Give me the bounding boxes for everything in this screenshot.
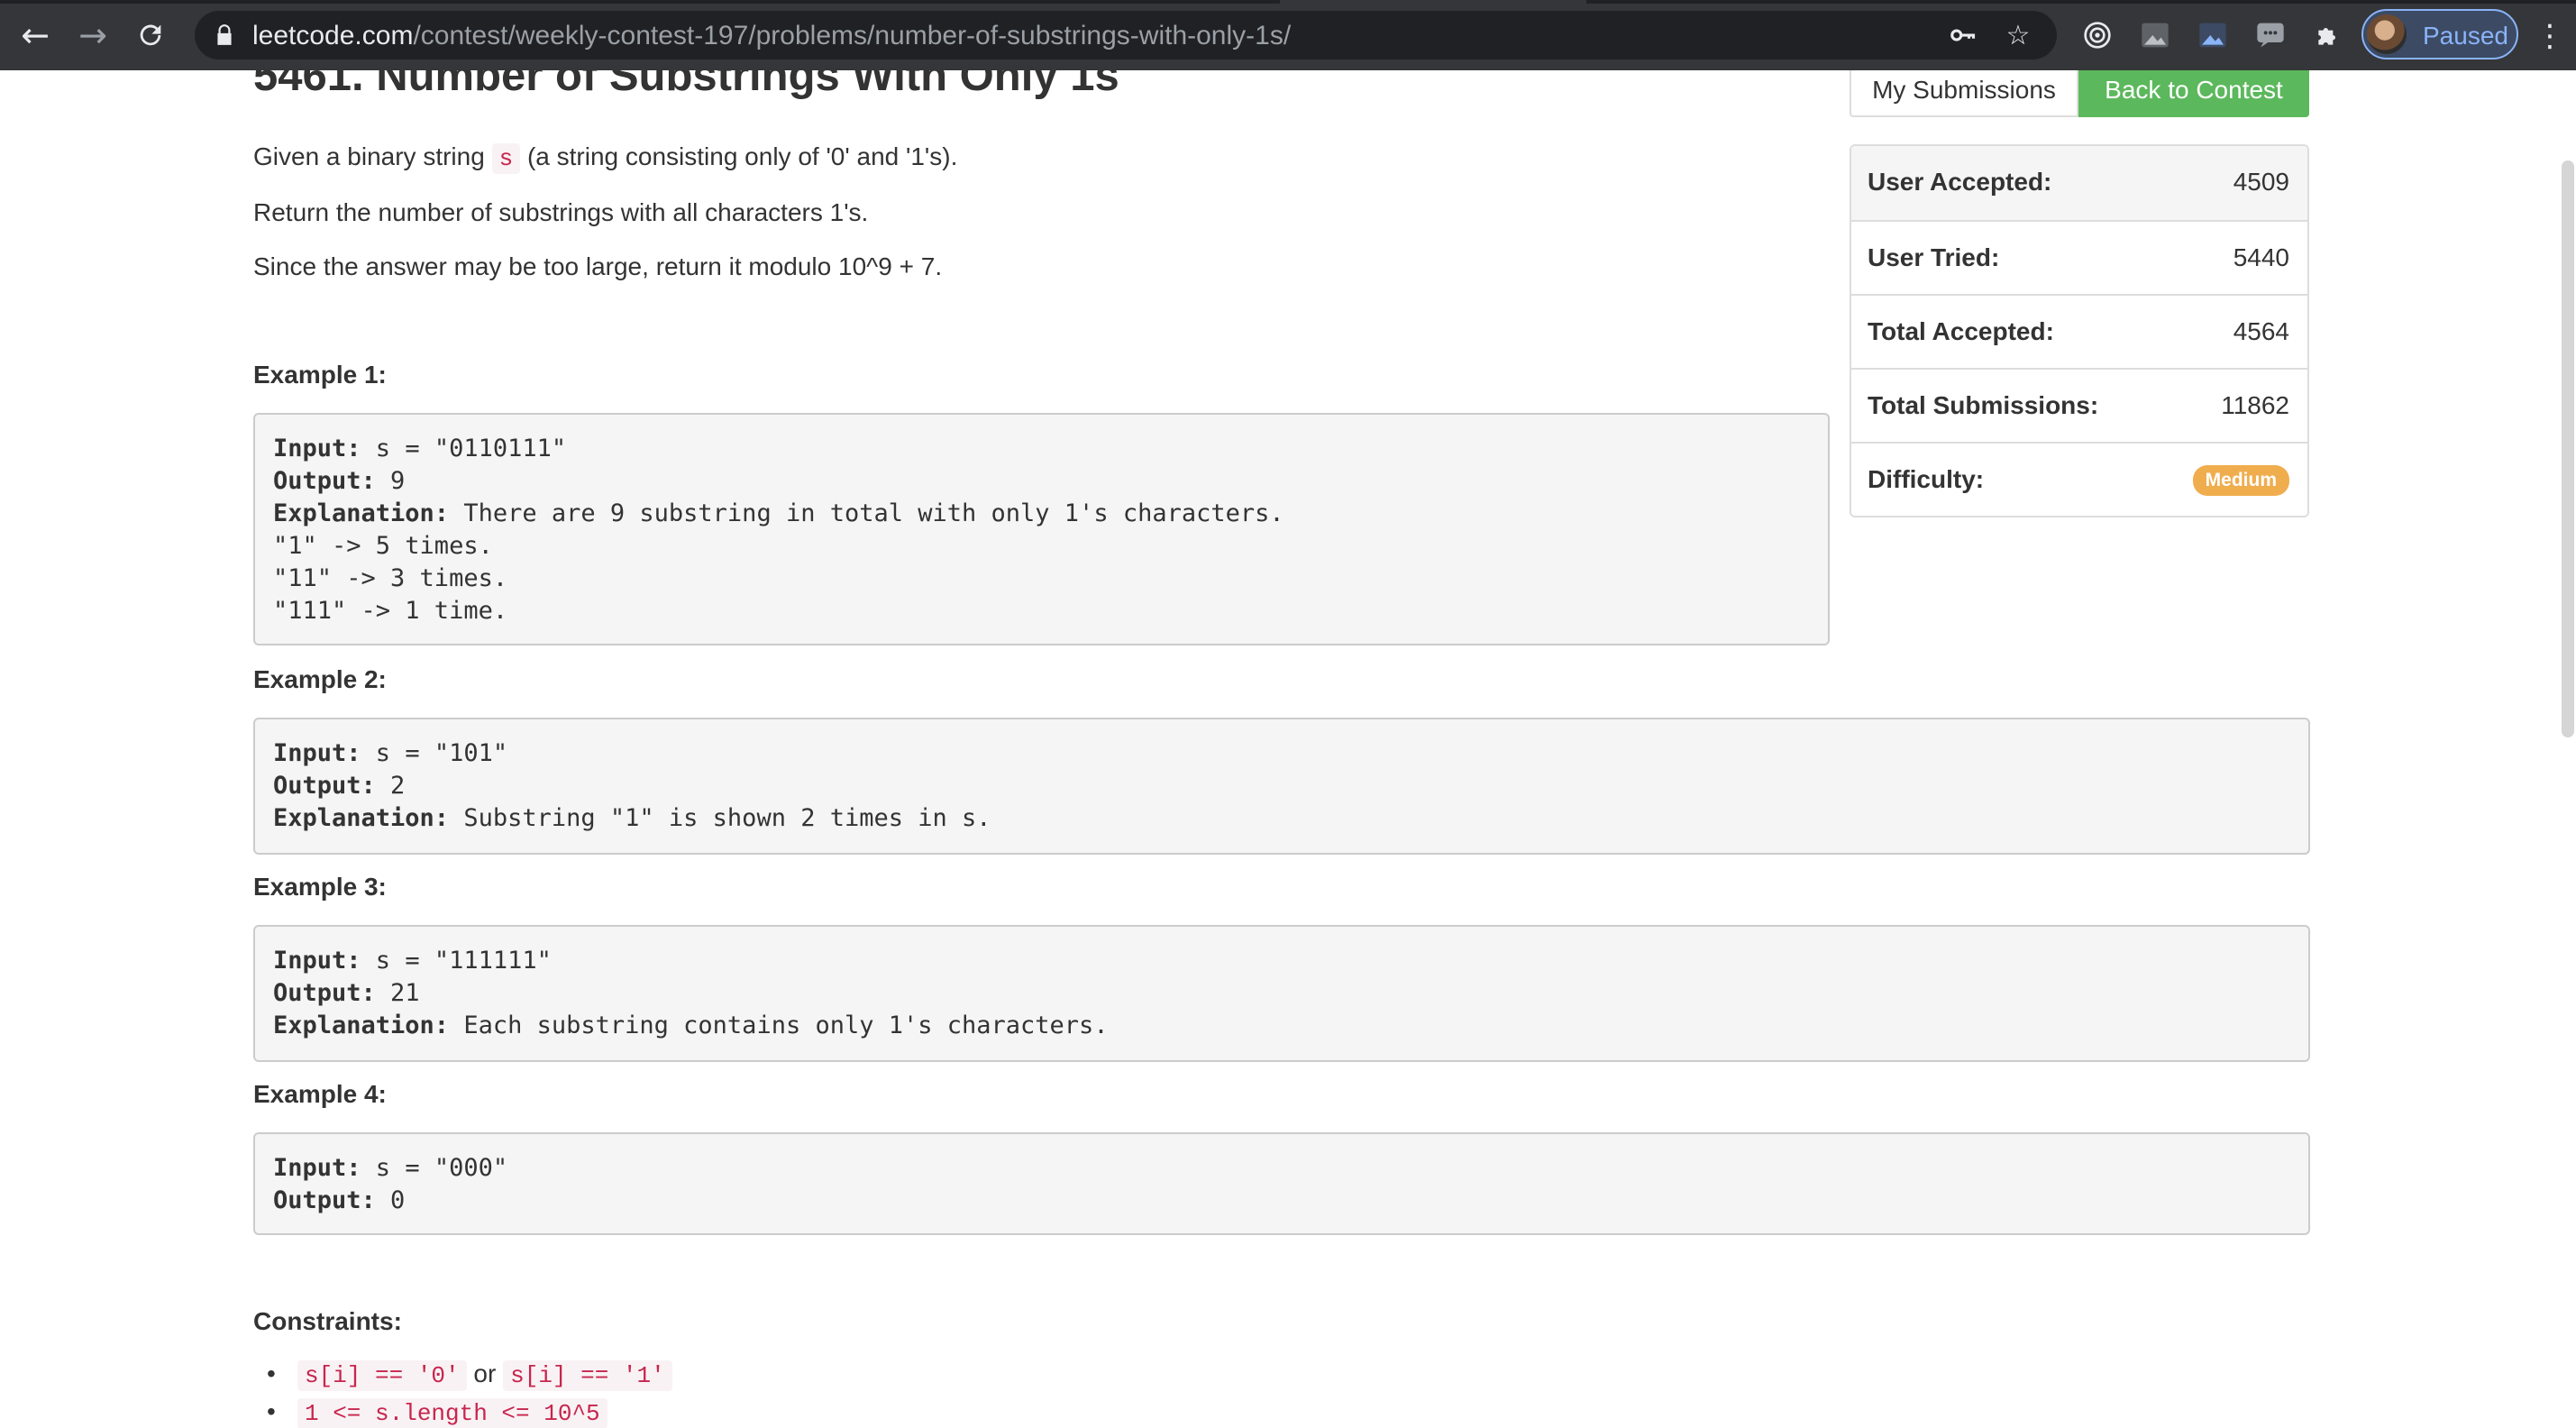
problem-description-3: Since the answer may be too large, retur…	[253, 252, 943, 280]
forward-arrow-icon[interactable]: →	[70, 13, 115, 58]
key-icon[interactable]	[1947, 20, 1978, 50]
tab-strip-edge	[0, 0, 1280, 4]
stat-value: 4564	[2233, 317, 2289, 345]
back-to-contest-button[interactable]: Back to Contest	[2078, 70, 2309, 117]
constraints-title: Constraints:	[253, 1307, 402, 1335]
inline-code: 1 <= s.length <= 10^5	[297, 1398, 607, 1428]
page-content: 5461. Number of Substrings With Only 1s …	[0, 70, 2576, 1428]
page-scrollbar[interactable]	[2562, 160, 2574, 737]
stat-label: User Accepted:	[1868, 168, 2052, 196]
problem-description-1: Given a binary string s (a string consis…	[253, 142, 958, 174]
browser-toolbar: ← → leetcode.com/contest/weekly-contest-…	[0, 0, 2576, 70]
stat-value: 4509	[2233, 168, 2289, 196]
extension-target-icon[interactable]	[2080, 18, 2115, 52]
example-2-title: Example 2:	[253, 665, 387, 693]
profile-status: Paused	[2423, 22, 2508, 50]
stat-difficulty: Difficulty: Medium	[1851, 442, 2307, 516]
stat-label: Difficulty:	[1868, 465, 1985, 493]
difficulty-badge: Medium	[2192, 465, 2289, 496]
avatar	[2367, 14, 2407, 54]
example-2-block: Input: s = "101" Output: 2 Explanation: …	[253, 718, 2310, 855]
inline-code: s[i] == '1'	[503, 1360, 672, 1391]
profile-button[interactable]: Paused	[2361, 9, 2518, 60]
example-4-block: Input: s = "000" Output: 0	[253, 1132, 2310, 1235]
url-text[interactable]: leetcode.com/contest/weekly-contest-197/…	[252, 21, 1291, 51]
problem-description-2: Return the number of substrings with all…	[253, 198, 869, 226]
bookmark-star-icon[interactable]: ☆	[2003, 20, 2033, 51]
back-arrow-icon[interactable]: ←	[13, 13, 58, 58]
constraints-list: s[i] == '0' or s[i] == '1' 1 <= s.length…	[267, 1359, 672, 1428]
lock-icon[interactable]	[213, 23, 236, 47]
constraint-item: s[i] == '0' or s[i] == '1'	[267, 1359, 672, 1397]
inline-code: s[i] == '0'	[297, 1360, 467, 1391]
reload-icon[interactable]	[128, 13, 173, 58]
stat-user-tried: User Tried: 5440	[1851, 220, 2307, 294]
example-1-title: Example 1:	[253, 361, 387, 389]
extension-image-icon[interactable]	[2138, 18, 2172, 52]
my-submissions-button[interactable]: My Submissions	[1850, 70, 2078, 117]
more-menu-icon[interactable]: ⋮	[2535, 18, 2565, 54]
inline-code-s: s	[491, 143, 521, 174]
contest-stats-panel: User Accepted: 4509 User Tried: 5440 Tot…	[1850, 144, 2309, 517]
stat-label: Total Accepted:	[1868, 317, 2054, 345]
stat-user-accepted: User Accepted: 4509	[1851, 146, 2307, 220]
example-3-title: Example 3:	[253, 873, 387, 901]
extensions-puzzle-icon[interactable]	[2311, 18, 2345, 52]
example-3-block: Input: s = "111111" Output: 21 Explanati…	[253, 925, 2310, 1062]
extension-image-blue-icon[interactable]	[2196, 18, 2230, 52]
problem-title: 5461. Number of Substrings With Only 1s	[253, 70, 1119, 100]
extension-chat-icon[interactable]	[2253, 18, 2288, 52]
example-1-block: Input: s = "0110111" Output: 9 Explanati…	[253, 413, 1830, 645]
address-bar[interactable]: leetcode.com/contest/weekly-contest-197/…	[195, 11, 2057, 60]
stat-total-accepted: Total Accepted: 4564	[1851, 294, 2307, 368]
stat-total-submissions: Total Submissions: 11862	[1851, 368, 2307, 442]
example-4-title: Example 4:	[253, 1080, 387, 1108]
stat-label: Total Submissions:	[1868, 391, 2099, 419]
stat-value: 5440	[2233, 243, 2289, 271]
stat-label: User Tried:	[1868, 243, 2000, 271]
stat-value: 11862	[2221, 391, 2289, 419]
constraint-item: 1 <= s.length <= 10^5	[267, 1397, 672, 1428]
tab-strip-edge	[1586, 0, 2576, 4]
